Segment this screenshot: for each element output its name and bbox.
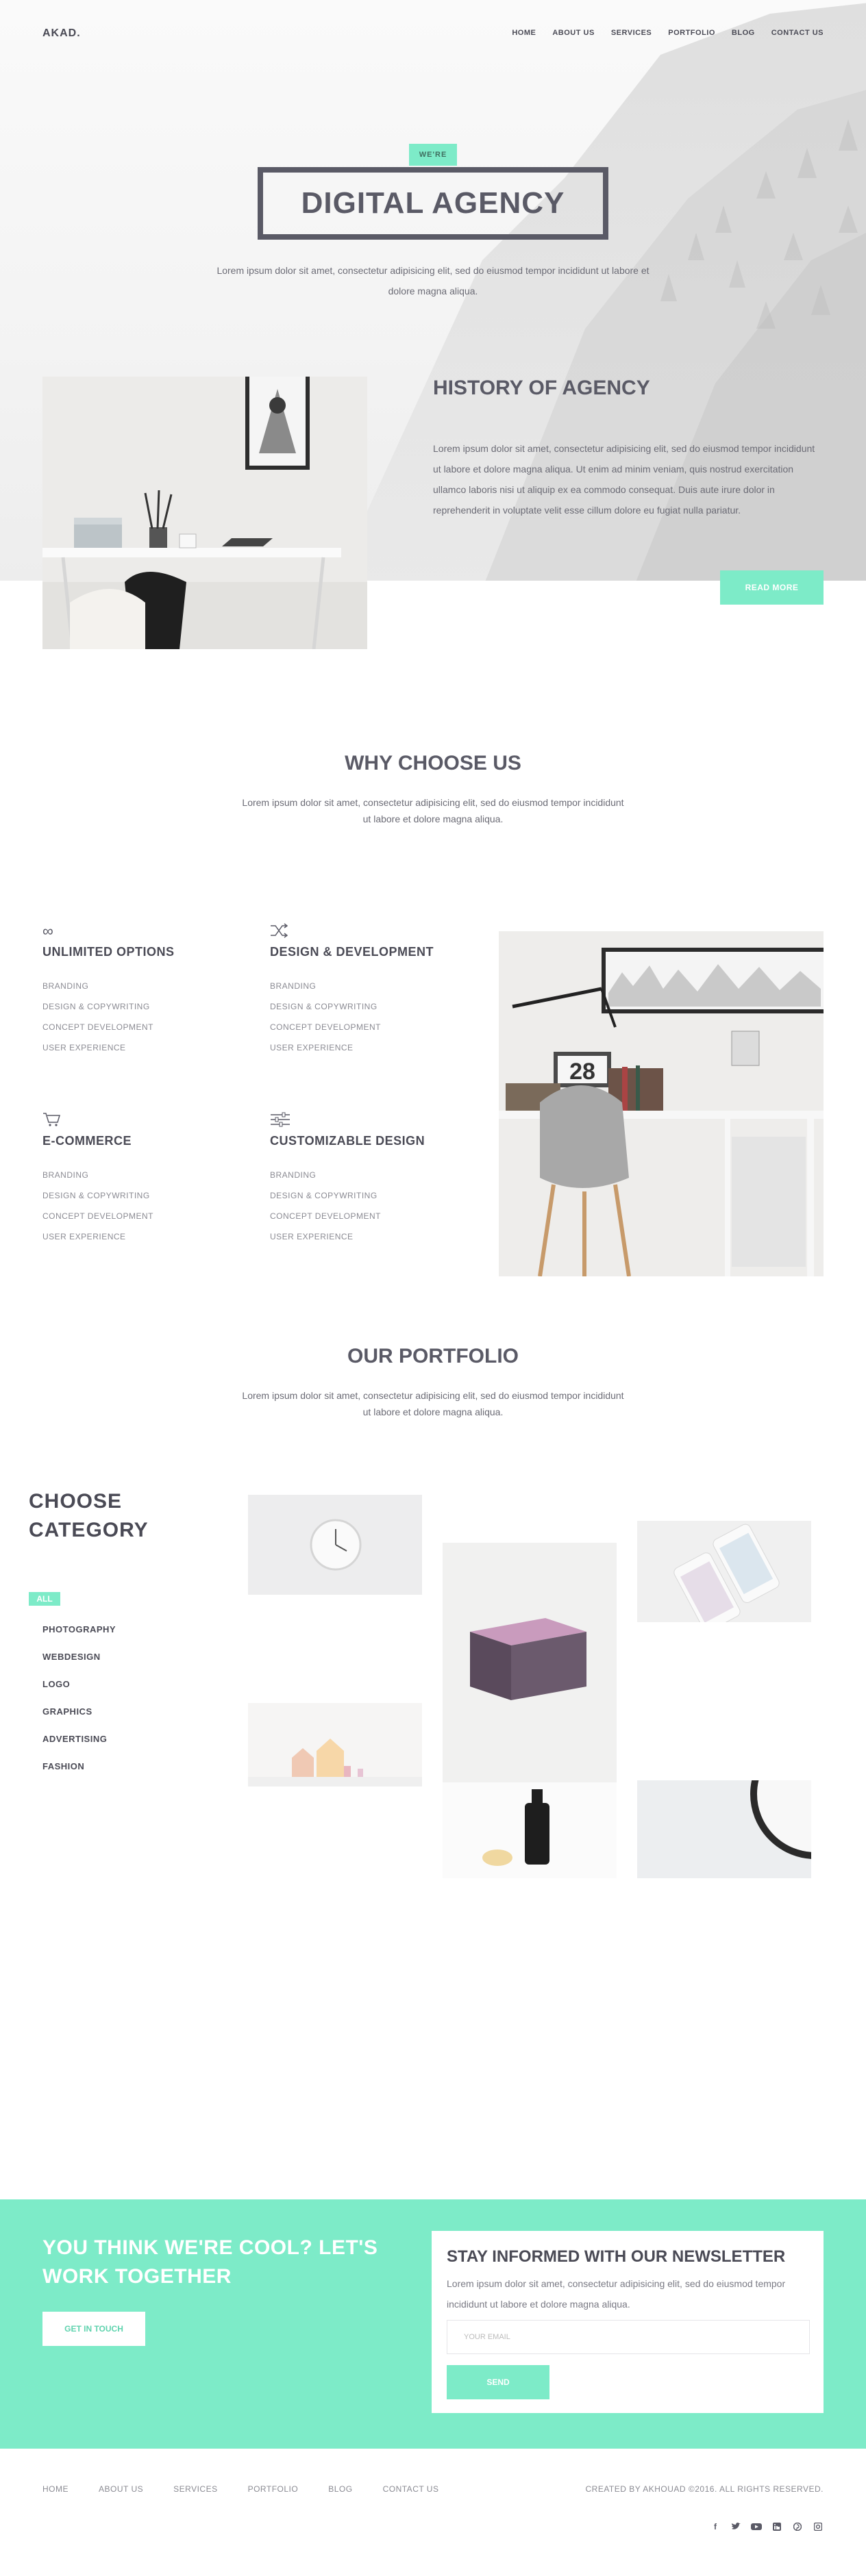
- hero-title-box: DIGITAL AGENCY: [258, 167, 608, 240]
- feature-title: DESIGN & DEVELOPMENT: [270, 945, 434, 959]
- footer-link-portfolio[interactable]: PORTFOLIO: [248, 2484, 299, 2494]
- read-more-button[interactable]: READ MORE: [720, 570, 824, 605]
- footer-navigation: HOME ABOUT US SERVICES PORTFOLIO BLOG CO…: [42, 2484, 438, 2494]
- workspace-photo: 28: [499, 931, 824, 1276]
- newsletter-title: STAY INFORMED WITH OUR NEWSLETTER: [447, 2247, 786, 2266]
- feature-list-item: CONCEPT DEVELOPMENT: [42, 1211, 153, 1221]
- portfolio-title-text: OUR PORTFOLIO: [345, 1345, 519, 1369]
- nav-home[interactable]: HOME: [512, 29, 536, 37]
- calendar-number: 28: [569, 1059, 595, 1085]
- facebook-icon[interactable]: f: [710, 2521, 721, 2532]
- feature-list-item: BRANDING: [42, 1170, 89, 1180]
- instagram-icon[interactable]: [813, 2521, 824, 2532]
- hero-badge: WE'RE: [409, 144, 457, 166]
- filter-all[interactable]: ALL: [29, 1592, 60, 1606]
- top-navigation: AKAD. HOME ABOUT US SERVICES PORTFOLIO B…: [0, 0, 866, 68]
- twitter-icon[interactable]: [730, 2521, 741, 2532]
- nav-contact-us[interactable]: CONTACT US: [771, 29, 824, 37]
- portfolio-item-packaging[interactable]: [443, 1543, 617, 1878]
- footer-link-services[interactable]: SERVICES: [173, 2484, 217, 2494]
- feature-list-item: CONCEPT DEVELOPMENT: [270, 1022, 381, 1032]
- feature-list: BRANDING DESIGN & COPYWRITING CONCEPT DE…: [270, 1165, 489, 1247]
- footer-link-home[interactable]: HOME: [42, 2484, 69, 2494]
- filter-webdesign[interactable]: WEBDESIGN: [42, 1643, 116, 1671]
- feature-design-development: DESIGN & DEVELOPMENT BRANDING DESIGN & C…: [270, 923, 489, 1058]
- portfolio-item-clock[interactable]: [248, 1495, 422, 1595]
- cart-icon: [42, 1112, 66, 1128]
- category-title-line: CATEGORY: [29, 1519, 149, 1541]
- feature-title: E-COMMERCE: [42, 1134, 132, 1148]
- shuffle-icon: [270, 923, 293, 939]
- footer-link-about-us[interactable]: ABOUT US: [99, 2484, 143, 2494]
- history-body: Lorem ipsum dolor sit amet, consectetur …: [433, 443, 815, 516]
- feature-list-item: USER EXPERIENCE: [270, 1043, 354, 1052]
- why-title: WHY CHOOSE US: [0, 752, 866, 776]
- feature-list-item: USER EXPERIENCE: [42, 1232, 126, 1241]
- linkedin-icon[interactable]: [771, 2521, 782, 2532]
- filter-graphics[interactable]: GRAPHICS: [42, 1698, 116, 1726]
- feature-e-commerce: E-COMMERCE BRANDING DESIGN & COPYWRITING…: [42, 1112, 262, 1247]
- history-desk-photo: [42, 377, 367, 649]
- feature-list-item: DESIGN & COPYWRITING: [270, 1002, 378, 1011]
- category-title: CHOOSE CATEGORY: [29, 1487, 149, 1545]
- portfolio-lead: Lorem ipsum dolor sit amet, consectetur …: [242, 1390, 624, 1417]
- portfolio-item-object[interactable]: [637, 1780, 811, 1878]
- main-menu: HOME ABOUT US SERVICES PORTFOLIO BLOG CO…: [512, 29, 824, 37]
- infinity-icon: ∞: [42, 922, 53, 939]
- feature-list-item: USER EXPERIENCE: [42, 1043, 126, 1052]
- feature-list-item: BRANDING: [270, 1170, 317, 1180]
- nav-blog[interactable]: BLOG: [732, 29, 755, 37]
- portfolio-item-phones[interactable]: [637, 1521, 811, 1622]
- social-links: f: [710, 2521, 824, 2532]
- feature-list: BRANDING DESIGN & COPYWRITING CONCEPT DE…: [42, 976, 262, 1058]
- history-title-text: HISTORY OF AGENCY: [430, 377, 650, 401]
- filter-fashion[interactable]: FASHION: [42, 1753, 116, 1780]
- send-button[interactable]: SEND: [447, 2365, 549, 2399]
- category-list: PHOTOGRAPHY WEBDESIGN LOGO GRAPHICS ADVE…: [42, 1616, 116, 1780]
- pinterest-icon[interactable]: [792, 2521, 803, 2532]
- copyright-text: CREATED BY AKHOUAD ©2016. ALL RIGHTS RES…: [585, 2484, 824, 2494]
- portfolio-title: OUR PORTFOLIO: [0, 1345, 866, 1369]
- filter-logo[interactable]: LOGO: [42, 1671, 116, 1698]
- feature-list-item: USER EXPERIENCE: [270, 1232, 354, 1241]
- feature-list-item: DESIGN & COPYWRITING: [270, 1191, 378, 1200]
- feature-list-item: DESIGN & COPYWRITING: [42, 1002, 150, 1011]
- feature-list-item: BRANDING: [270, 981, 317, 991]
- why-title-text: WHY CHOOSE US: [342, 752, 521, 776]
- get-in-touch-button[interactable]: GET IN TOUCH: [42, 2312, 145, 2346]
- history-title: HISTORY OF AGENCY: [430, 377, 650, 401]
- filter-photography[interactable]: PHOTOGRAPHY: [42, 1616, 116, 1643]
- feature-list: BRANDING DESIGN & COPYWRITING CONCEPT DE…: [270, 976, 489, 1058]
- youtube-icon[interactable]: [751, 2521, 762, 2532]
- newsletter-card: STAY INFORMED WITH OUR NEWSLETTER Lorem …: [432, 2231, 824, 2413]
- footer-link-contact-us[interactable]: CONTACT US: [383, 2484, 439, 2494]
- feature-list-item: CONCEPT DEVELOPMENT: [42, 1022, 153, 1032]
- newsletter-body: Lorem ipsum dolor sit amet, consectetur …: [447, 2278, 786, 2310]
- nav-about-us[interactable]: ABOUT US: [552, 29, 594, 37]
- feature-unlimited-options: ∞ UNLIMITED OPTIONS BRANDING DESIGN & CO…: [42, 923, 262, 1058]
- hero-title: DIGITAL AGENCY: [301, 186, 565, 220]
- feature-list: BRANDING DESIGN & COPYWRITING CONCEPT DE…: [42, 1165, 262, 1247]
- hero-lead: Lorem ipsum dolor sit amet, consectetur …: [216, 265, 650, 296]
- why-lead: Lorem ipsum dolor sit amet, consectetur …: [242, 797, 624, 824]
- portfolio-item-houses[interactable]: [248, 1703, 422, 1786]
- feature-title: CUSTOMIZABLE DESIGN: [270, 1134, 425, 1148]
- filter-advertising[interactable]: ADVERTISING: [42, 1726, 116, 1753]
- brand-logo[interactable]: AKAD.: [42, 27, 81, 40]
- nav-services[interactable]: SERVICES: [611, 29, 652, 37]
- feature-customizable-design: CUSTOMIZABLE DESIGN BRANDING DESIGN & CO…: [270, 1112, 489, 1247]
- category-title-line: CHOOSE: [29, 1490, 123, 1513]
- footer-link-blog[interactable]: BLOG: [328, 2484, 352, 2494]
- email-input[interactable]: [447, 2320, 810, 2354]
- sliders-icon: [270, 1112, 293, 1128]
- feature-title: UNLIMITED OPTIONS: [42, 945, 175, 959]
- nav-portfolio[interactable]: PORTFOLIO: [668, 29, 715, 37]
- feature-list-item: BRANDING: [42, 981, 89, 991]
- feature-list-item: CONCEPT DEVELOPMENT: [270, 1211, 381, 1221]
- cta-title: YOU THINK WE'RE COOL? LET'S WORK TOGETHE…: [42, 2236, 378, 2288]
- feature-list-item: DESIGN & COPYWRITING: [42, 1191, 150, 1200]
